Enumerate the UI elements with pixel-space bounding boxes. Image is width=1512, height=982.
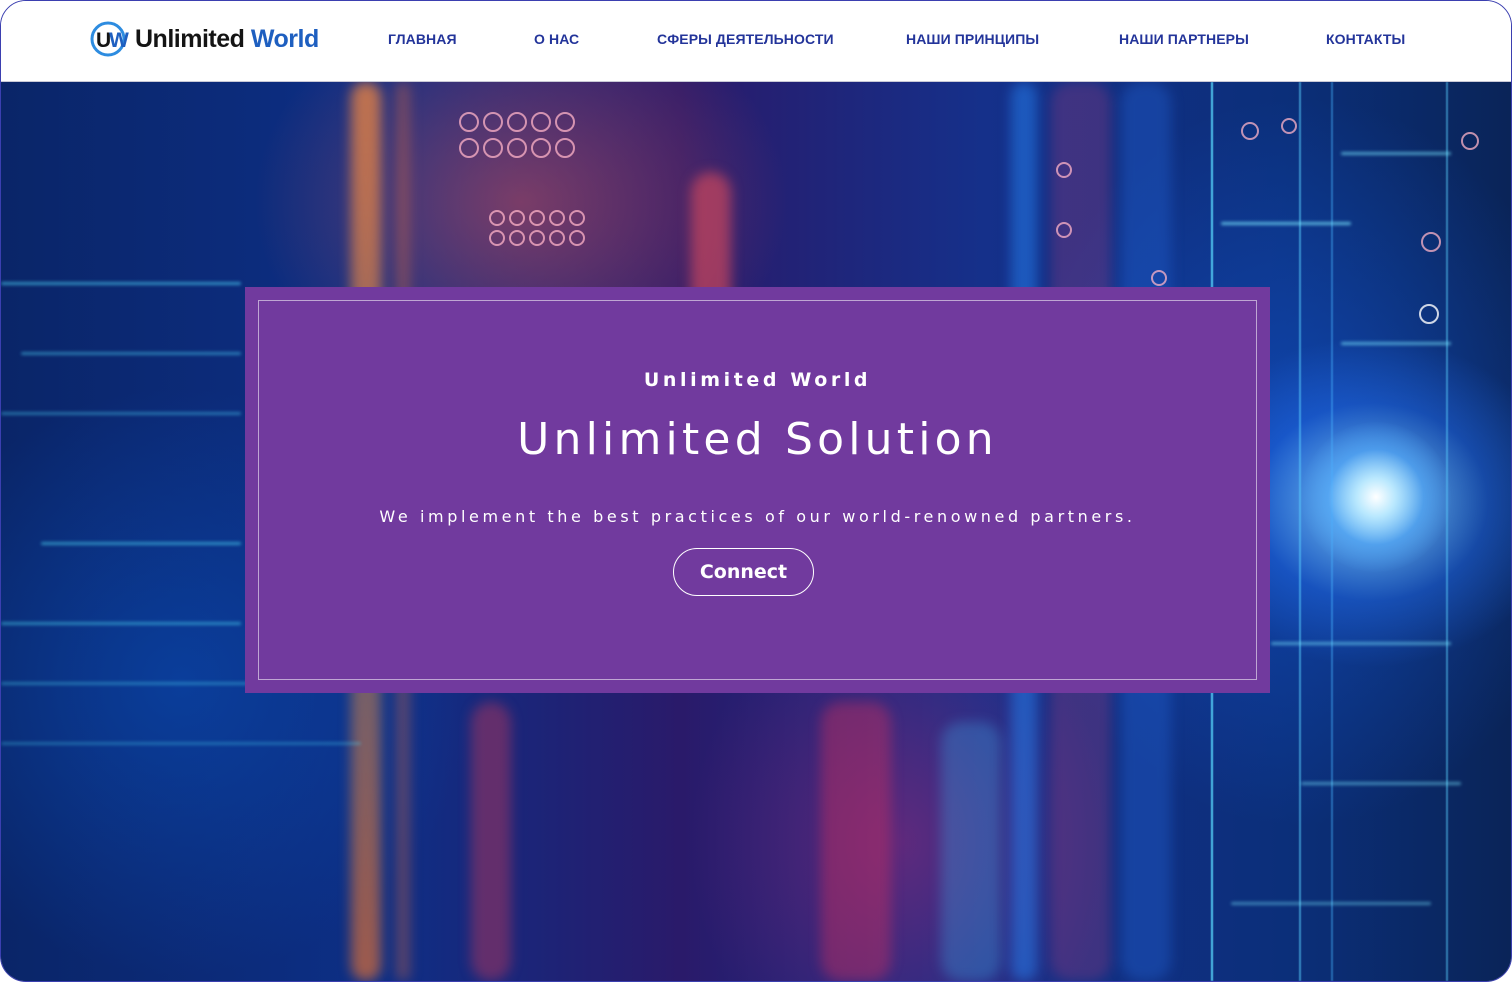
bg-ring — [531, 138, 551, 158]
bg-ring — [507, 112, 527, 132]
bg-ring — [529, 230, 545, 246]
bg-ring — [483, 138, 503, 158]
bg-ring — [1151, 270, 1167, 286]
bg-ring — [1419, 304, 1439, 324]
bg-ring — [555, 112, 575, 132]
bg-ring — [459, 138, 479, 158]
bg-ring — [507, 138, 527, 158]
connect-button[interactable]: Connect — [673, 548, 814, 596]
nav-item-home[interactable]: ГЛАВНАЯ — [388, 31, 457, 47]
hero-section: Unlimited World Unlimited Solution We im… — [1, 82, 1511, 981]
bg-streak — [1301, 782, 1461, 785]
bg-ring — [489, 210, 505, 226]
hero-card: Unlimited World Unlimited Solution We im… — [245, 287, 1270, 693]
site-header: U W Unlimited World ГЛАВНАЯ О НАС СФЕРЫ … — [1, 1, 1511, 82]
bg-line — [1299, 82, 1301, 981]
nav-item-contacts[interactable]: КОНТАКТЫ — [1326, 31, 1405, 47]
bg-streak — [1, 742, 361, 745]
bg-ring — [483, 112, 503, 132]
bg-ring — [1056, 162, 1072, 178]
nav-item-partners[interactable]: НАШИ ПАРТНЕРЫ — [1119, 31, 1249, 47]
hero-title: Unlimited Solution — [517, 414, 998, 465]
bg-ring — [459, 112, 479, 132]
hero-eyebrow: Unlimited World — [643, 369, 872, 391]
nav-item-about[interactable]: О НАС — [534, 31, 579, 47]
bg-ring — [1421, 232, 1441, 252]
nav-item-activities[interactable]: СФЕРЫ ДЕЯТЕЛЬНОСТИ — [657, 31, 834, 47]
bg-streak — [21, 352, 241, 355]
bg-ring — [509, 210, 525, 226]
hero-card-border — [258, 300, 1257, 680]
bg-streak — [1221, 222, 1351, 225]
bg-streak — [1231, 902, 1431, 905]
bg-ring — [1281, 118, 1297, 134]
light-flare — [1301, 422, 1451, 572]
bg-ring — [1241, 122, 1259, 140]
bg-ring — [549, 210, 565, 226]
bg-stripe — [941, 722, 1001, 981]
bg-streak — [1271, 642, 1451, 645]
main-nav: ГЛАВНАЯ О НАС СФЕРЫ ДЕЯТЕЛЬНОСТИ НАШИ ПР… — [1, 1, 1511, 81]
nav-item-principles[interactable]: НАШИ ПРИНЦИПЫ — [906, 31, 1039, 47]
bg-ring — [549, 230, 565, 246]
browser-frame: U W Unlimited World ГЛАВНАЯ О НАС СФЕРЫ … — [0, 0, 1512, 982]
bg-line — [1446, 82, 1448, 981]
bg-stripe — [471, 702, 511, 981]
bg-ring — [509, 230, 525, 246]
bg-ring — [569, 230, 585, 246]
bg-streak — [41, 542, 241, 545]
bg-streak — [1341, 152, 1451, 155]
bg-ring — [529, 210, 545, 226]
bg-ring — [1461, 132, 1479, 150]
bg-ring — [569, 210, 585, 226]
bg-streak — [1, 622, 241, 625]
hero-subtitle: We implement the best practices of our w… — [379, 507, 1136, 526]
bg-streak — [1, 412, 241, 415]
bg-ring — [489, 230, 505, 246]
bg-streak — [1, 282, 241, 285]
bg-ring — [1056, 222, 1072, 238]
bg-streak — [1341, 342, 1451, 345]
bg-ring — [555, 138, 575, 158]
bg-ring — [531, 112, 551, 132]
bg-stripe — [821, 702, 891, 981]
